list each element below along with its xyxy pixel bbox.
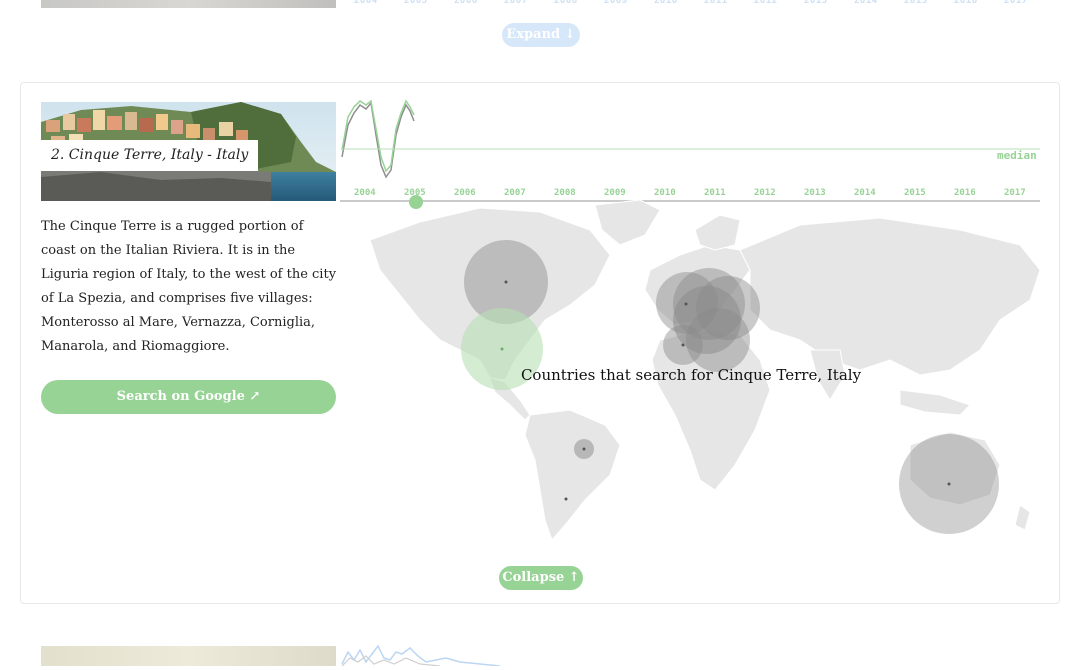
search-interest-timeline: median 2004 2005 2006 2007 2008 2009 201… — [340, 95, 1045, 210]
map-title: Countries that search for Cinque Terre, … — [520, 366, 862, 384]
previous-year-label: 2005 — [404, 0, 428, 6]
timeline-year-label: 2012 — [754, 188, 776, 198]
previous-year-label: 2017 — [1004, 0, 1028, 6]
previous-year-label: 2009 — [604, 0, 628, 6]
timeline-year-label: 2006 — [454, 188, 476, 198]
timeline-year-label: 2016 — [954, 188, 976, 198]
timeline-year-label: 2009 — [604, 188, 626, 198]
country-dot — [504, 280, 508, 284]
country-dot — [681, 343, 685, 347]
destination-description: The Cinque Terre is a rugged portion of … — [41, 219, 337, 354]
timeline-year-label: 2008 — [554, 188, 576, 198]
previous-year-label: 2015 — [904, 0, 928, 6]
country-dot — [947, 482, 951, 486]
timeline-year-label: 2010 — [654, 188, 676, 198]
timeline-year-label: 2007 — [504, 188, 526, 198]
previous-year-label: 2006 — [454, 0, 478, 6]
timeline-year-label: 2017 — [1004, 188, 1026, 198]
country-dot — [564, 497, 568, 501]
next-card-thumbnail — [41, 646, 336, 666]
previous-card: 2004 2005 2006 2007 2008 2009 2010 2011 … — [0, 0, 1078, 60]
previous-year-label: 2014 — [854, 0, 878, 6]
previous-year-label: 2013 — [804, 0, 828, 6]
country-dot — [684, 302, 688, 306]
previous-card-thumbnail — [41, 0, 336, 8]
previous-year-label: 2011 — [704, 0, 728, 6]
previous-year-label: 2008 — [554, 0, 578, 6]
previous-year-label: 2010 — [654, 0, 678, 6]
previous-year-label: 2004 — [354, 0, 378, 6]
previous-year-label: 2012 — [754, 0, 778, 6]
next-card-timeline — [340, 640, 1045, 667]
timeline-year-label: 2004 — [354, 188, 376, 198]
country-dot — [500, 347, 504, 351]
timeline-year-label: 2014 — [854, 188, 876, 198]
median-label: median — [997, 149, 1037, 162]
search-on-google-button[interactable]: Search on Google ↗ — [41, 380, 336, 414]
timeline-year-label: 2015 — [904, 188, 926, 198]
timeline-year-label: 2011 — [704, 188, 726, 198]
destination-title: 2. Cinque Terre, Italy - Italy — [41, 140, 259, 171]
timeline-year-label: 2013 — [804, 188, 826, 198]
timeline-year-axis: 2004 2005 2006 2007 2008 2009 2010 2011 … — [340, 188, 1045, 200]
previous-year-label: 2016 — [954, 0, 978, 6]
previous-year-label: 2007 — [504, 0, 528, 6]
collapse-button[interactable]: Collapse ↑ — [499, 566, 583, 590]
previous-year-axis: 2004 2005 2006 2007 2008 2009 2010 2011 … — [340, 0, 1045, 8]
country-dot — [582, 447, 586, 451]
expand-button[interactable]: Expand ↓ — [502, 23, 580, 47]
